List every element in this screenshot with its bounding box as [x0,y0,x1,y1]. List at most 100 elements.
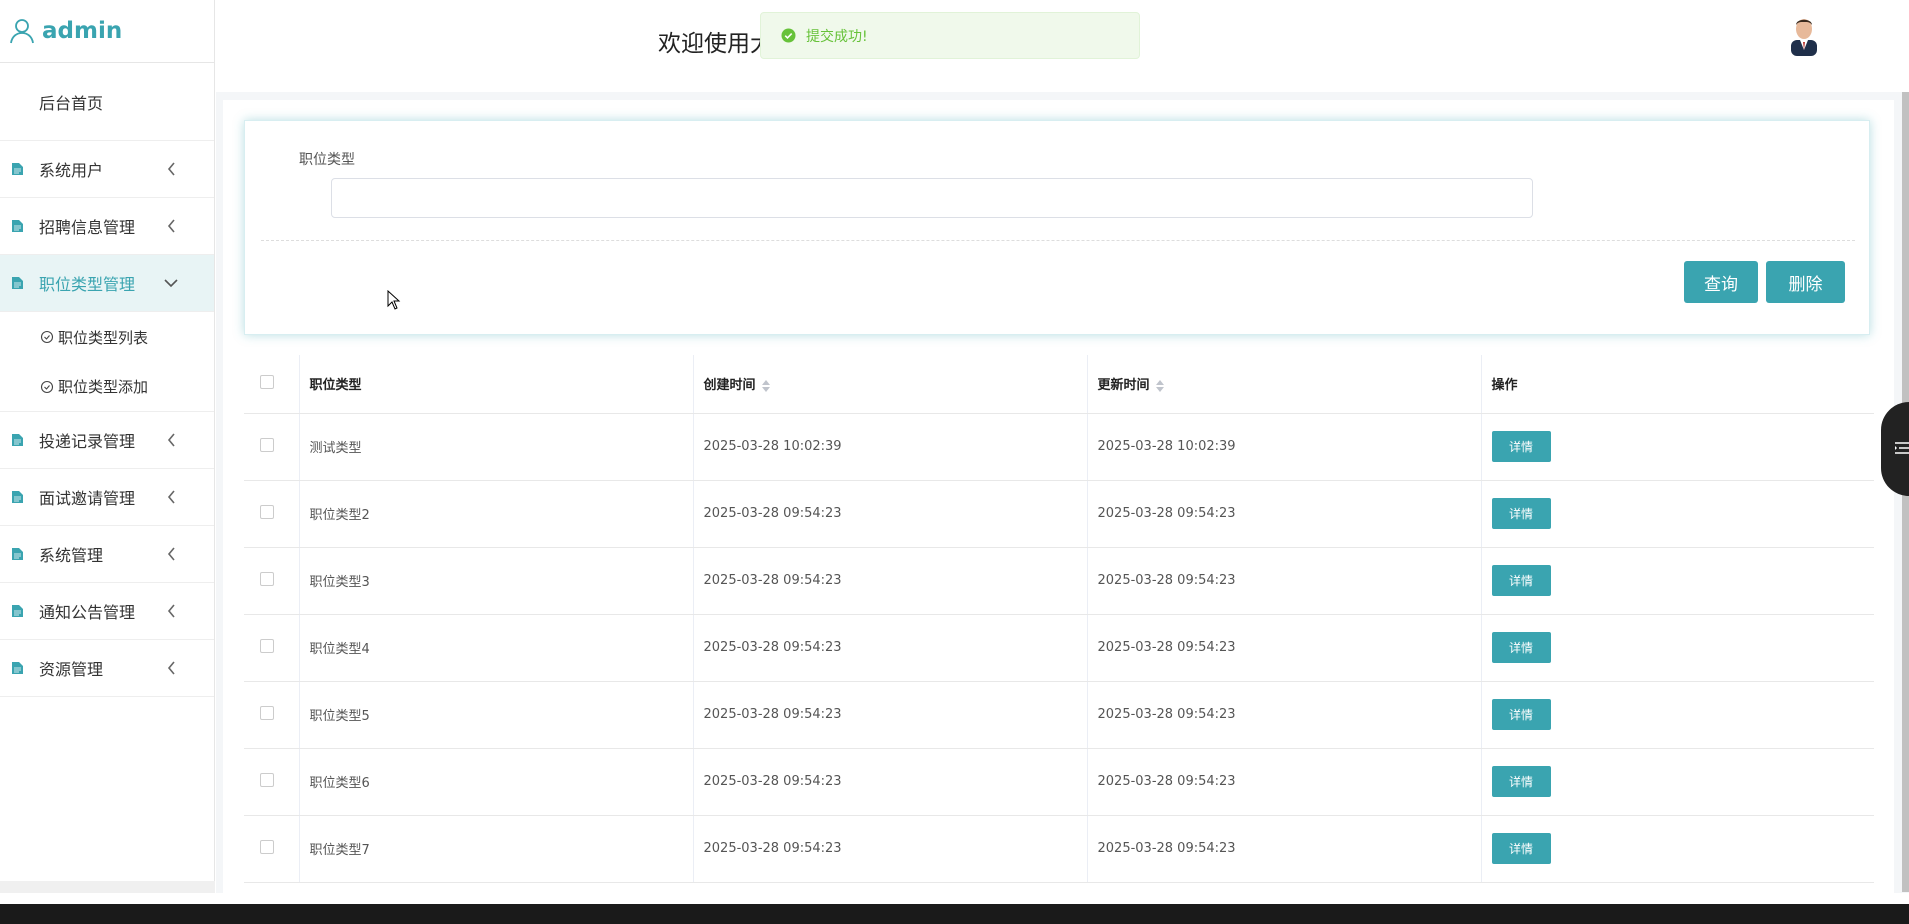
document-icon [12,491,23,503]
cell-created: 2025-03-28 09:54:23 [693,815,1088,883]
table-row: 职位类型4 2025-03-28 09:54:23 2025-03-28 09:… [244,614,1874,682]
sidebar-item-notices[interactable]: 通知公告管理 [0,583,214,640]
sidebar-item-resources[interactable]: 资源管理 [0,640,214,697]
filter-label: 职位类型 [299,152,355,168]
document-icon [12,163,23,175]
select-all-checkbox[interactable] [260,374,274,389]
cell-updated: 2025-03-28 09:54:23 [1087,815,1482,883]
user-icon [10,19,34,44]
divider [261,240,1855,241]
sidebar-item-interviews[interactable]: 面试邀请管理 [0,469,214,526]
document-icon [12,434,23,446]
cell-job-type: 职位类型2 [299,480,694,548]
avatar[interactable] [1789,14,1819,56]
document-icon [12,662,23,674]
detail-button[interactable]: 详情 [1491,833,1551,864]
sort-icon[interactable] [761,379,770,392]
chevron-left-icon [167,490,175,504]
cell-actions: 详情 [1481,614,1874,682]
detail-button[interactable]: 详情 [1491,766,1551,797]
cell-actions: 详情 [1481,413,1874,481]
detail-button[interactable]: 详情 [1491,699,1551,730]
detail-button[interactable]: 详情 [1491,565,1551,596]
row-checkbox[interactable] [260,705,274,720]
chevron-left-icon [167,604,175,618]
sidebar-item-applications[interactable]: 投递记录管理 [0,412,214,469]
detail-button[interactable]: 详情 [1491,498,1551,529]
cell-updated: 2025-03-28 09:54:23 [1087,547,1482,615]
sidebar-sub-item-label: 职位类型列表 [58,328,149,347]
sidebar-item-home[interactable]: 后台首页 [0,63,214,141]
sidebar-item-label: 面试邀请管理 [39,489,136,508]
cell-updated: 2025-03-28 09:54:23 [1087,748,1482,816]
success-toast: 提交成功! [760,12,1140,59]
row-checkbox-cell [244,480,300,548]
cell-job-type: 职位类型7 [299,815,694,883]
delete-button[interactable]: 删除 [1766,261,1845,303]
sidebar-item-label: 通知公告管理 [39,603,136,622]
cell-job-type: 职位类型3 [299,547,694,615]
job-type-input[interactable] [331,178,1533,218]
row-checkbox-cell [244,614,300,682]
sidebar-item-label: 投递记录管理 [39,432,136,451]
bottom-taskbar [0,904,1909,924]
row-checkbox[interactable] [260,437,274,452]
header-created-label: 创建时间 [703,378,756,394]
sidebar-item-recruitment[interactable]: 招聘信息管理 [0,198,214,255]
header-created[interactable]: 创建时间 [693,355,1088,414]
detail-button[interactable]: 详情 [1491,431,1551,462]
cell-created: 2025-03-28 10:02:39 [693,413,1088,481]
sidebar-sub-item-label: 职位类型添加 [58,378,149,396]
job-type-table: 职位类型 创建时间 更新时间 操作 测试类型 2025-03-28 10:02:… [244,355,1874,883]
row-checkbox-cell [244,748,300,816]
sidebar-item-job-types[interactable]: 职位类型管理 [0,255,214,312]
table-row: 职位类型6 2025-03-28 09:54:23 2025-03-28 09:… [244,748,1874,816]
row-checkbox[interactable] [260,772,274,787]
cell-created: 2025-03-28 09:54:23 [693,614,1088,682]
select-all-cell [244,355,300,414]
check-circle-icon [40,380,54,393]
table-header-row: 职位类型 创建时间 更新时间 操作 [244,355,1874,414]
cell-created: 2025-03-28 09:54:23 [693,480,1088,548]
document-icon [12,605,23,617]
cell-actions: 详情 [1481,815,1874,883]
cell-actions: 详情 [1481,480,1874,548]
query-button[interactable]: 查询 [1684,261,1758,303]
cell-job-type: 职位类型4 [299,614,694,682]
header-updated[interactable]: 更新时间 [1087,355,1482,414]
toast-message: 提交成功! [806,28,868,45]
sidebar-scrollbar[interactable] [0,881,215,893]
header-job-type: 职位类型 [299,355,694,414]
table-row: 职位类型3 2025-03-28 09:54:23 2025-03-28 09:… [244,547,1874,615]
row-checkbox[interactable] [260,638,274,653]
row-checkbox-cell [244,547,300,615]
chevron-left-icon [167,433,175,447]
check-circle-icon [40,330,54,344]
sidebar-item-label: 招聘信息管理 [39,218,136,237]
cell-job-type: 职位类型6 [299,748,694,816]
sidebar-item-system[interactable]: 系统管理 [0,526,214,583]
row-checkbox[interactable] [260,504,274,519]
list-icon [1895,442,1909,454]
sidebar-item-system-users[interactable]: 系统用户 [0,141,214,198]
cell-job-type: 测试类型 [299,413,694,481]
brand-username: admin [42,18,123,44]
floating-menu-tab[interactable] [1881,402,1909,496]
sidebar-sub-item-job-type-list[interactable]: 职位类型列表 [0,312,214,362]
document-icon [12,548,23,560]
header-actions-label: 操作 [1491,378,1518,394]
row-checkbox-cell [244,681,300,749]
sort-icon[interactable] [1155,379,1164,392]
document-icon [12,277,23,289]
check-circle-icon [781,28,796,43]
row-checkbox[interactable] [260,571,274,586]
sidebar-sub-item-job-type-add[interactable]: 职位类型添加 [0,362,214,412]
row-checkbox-cell [244,413,300,481]
cell-updated: 2025-03-28 09:54:23 [1087,614,1482,682]
filter-panel: 职位类型 查询 删除 [244,120,1870,335]
header-job-type-label: 职位类型 [309,378,362,394]
detail-button[interactable]: 详情 [1491,632,1551,663]
chevron-left-icon [167,661,175,675]
row-checkbox[interactable] [260,839,274,854]
cell-created: 2025-03-28 09:54:23 [693,748,1088,816]
